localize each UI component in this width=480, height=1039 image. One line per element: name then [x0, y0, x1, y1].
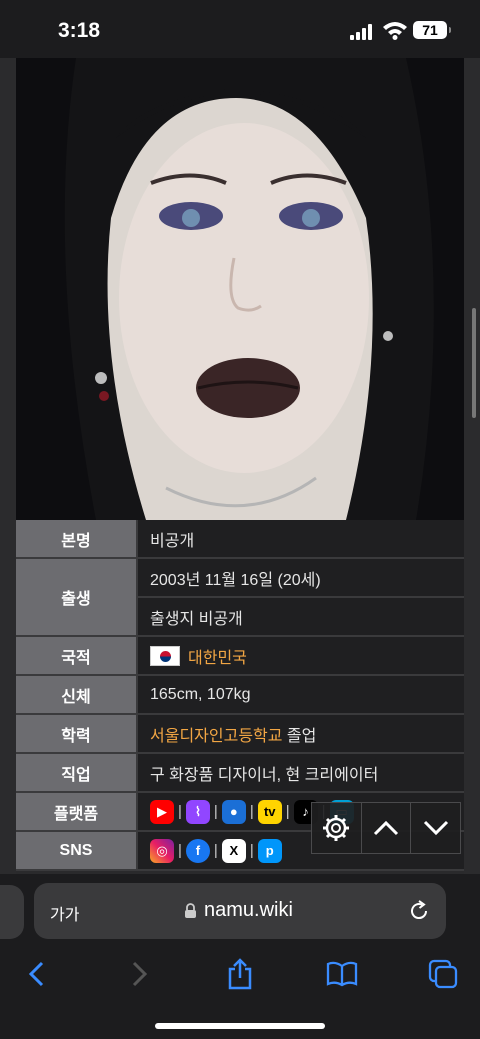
chevron-up-icon [373, 820, 399, 836]
x-icon[interactable]: X [221, 838, 246, 863]
page-margin-left [0, 58, 16, 874]
value-occupation: 구 화장품 디자이너, 현 크리에이터 [138, 754, 464, 791]
value-birth-date: 2003년 11월 16일 (20세) [138, 559, 464, 598]
south-korea-flag-icon [150, 645, 180, 666]
share-button[interactable] [222, 956, 258, 992]
kakaotv-icon[interactable]: tv [257, 799, 282, 824]
tabs-icon [428, 959, 458, 989]
label-body: 신체 [16, 676, 138, 713]
separator: | [249, 803, 254, 820]
value-body: 165cm, 107kg [138, 676, 464, 713]
graduation-status: 졸업 [282, 727, 317, 745]
twitch-icon[interactable]: ⌇ [185, 799, 210, 824]
reload-icon[interactable] [407, 899, 431, 923]
separator: | [213, 842, 218, 859]
facebook-icon[interactable]: f [185, 838, 210, 863]
row-birth: 출생 2003년 11월 16일 (20세) 출생지 비공개 [16, 559, 464, 637]
label-education: 학력 [16, 715, 138, 752]
instagram-icon[interactable]: ◎ [150, 838, 174, 863]
back-button[interactable] [18, 956, 54, 992]
chevron-right-icon [132, 961, 148, 987]
previous-tab-preview[interactable] [0, 885, 24, 939]
label-nationality: 국적 [16, 637, 138, 674]
status-bar: 3:18 71 [0, 0, 480, 58]
bookmarks-button[interactable] [324, 956, 360, 992]
gear-icon [323, 815, 350, 841]
value-nationality: 대한민국 [138, 637, 464, 674]
forward-button[interactable] [122, 956, 158, 992]
cellular-signal-icon [350, 24, 376, 40]
value-real-name: 비공개 [138, 520, 464, 557]
label-platform: 플랫폼 [16, 793, 138, 830]
tabs-button[interactable] [425, 956, 461, 992]
separator: | [249, 842, 254, 859]
web-page[interactable]: 본명 비공개 출생 2003년 11월 16일 (20세) 출생지 비공개 국적… [0, 58, 480, 874]
url-host: namu.wiki [204, 899, 293, 921]
text-size-button[interactable]: 가가 [50, 901, 79, 925]
separator: | [178, 803, 182, 820]
label-occupation: 직업 [16, 754, 138, 791]
row-occupation: 직업 구 화장품 디자이너, 현 크리에이터 [16, 754, 464, 793]
label-real-name: 본명 [16, 520, 138, 557]
share-icon [228, 958, 252, 990]
profile-photo[interactable] [16, 58, 464, 520]
label-birth: 출생 [16, 559, 138, 635]
separator: | [285, 803, 290, 820]
row-education: 학력 서울디자인고등학교 졸업 [16, 715, 464, 754]
lock-icon [185, 903, 196, 918]
label-sns: SNS [16, 832, 138, 869]
separator: | [213, 803, 218, 820]
pixiv-icon[interactable]: p [257, 838, 282, 863]
home-indicator [155, 1023, 325, 1029]
page-margin-right [464, 58, 480, 874]
school-link[interactable]: 서울디자인고등학교 [150, 722, 282, 746]
row-nationality: 국적 대한민국 [16, 637, 464, 676]
nationality-link[interactable]: 대한민국 [188, 644, 247, 668]
chzzk-icon[interactable]: ● [221, 799, 246, 824]
address-bar[interactable]: 가가 namu.wiki [34, 883, 446, 939]
value-birthplace: 출생지 비공개 [138, 598, 464, 635]
chevron-down-icon [423, 820, 448, 836]
status-time: 3:18 [58, 19, 101, 42]
separator: | [178, 842, 182, 859]
book-icon [326, 961, 358, 987]
value-education: 서울디자인고등학교 졸업 [138, 715, 464, 752]
youtube-icon[interactable]: ▶ [150, 799, 174, 824]
battery-icon: 71 [413, 21, 451, 39]
scroll-up-button[interactable] [362, 803, 412, 853]
floating-controls [311, 802, 461, 854]
row-real-name: 본명 비공개 [16, 520, 464, 559]
scroll-indicator[interactable] [472, 308, 476, 418]
chevron-left-icon [28, 961, 44, 987]
settings-button[interactable] [312, 803, 362, 853]
row-body: 신체 165cm, 107kg [16, 676, 464, 715]
wifi-icon [383, 22, 407, 40]
scroll-down-button[interactable] [411, 803, 460, 853]
browser-toolbar: 가가 namu.wiki [0, 874, 480, 1039]
